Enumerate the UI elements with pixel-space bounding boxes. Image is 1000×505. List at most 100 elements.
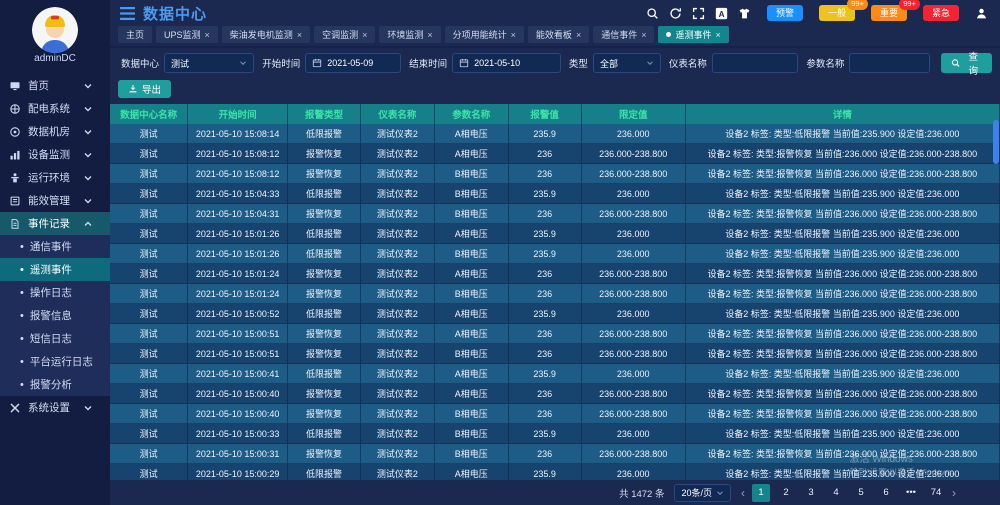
sidebar-item[interactable]: 首页 — [0, 74, 110, 97]
sidebar-subitem-label: 报警信息 — [30, 308, 72, 323]
sidebar-subitem[interactable]: •通信事件 — [0, 235, 110, 258]
table-row[interactable]: 测试2021-05-10 15:08:12报警恢复测试仪表2A相电压236236… — [110, 144, 1000, 164]
tab[interactable]: 柴油发电机监测× — [222, 26, 310, 43]
tab[interactable]: 能效看板× — [528, 26, 589, 43]
tab-close-icon[interactable]: × — [297, 30, 302, 40]
sidebar-item[interactable]: 系统设置 — [0, 396, 110, 419]
sidebar-item[interactable]: 事件记录 — [0, 212, 110, 235]
user-icon[interactable] — [975, 7, 988, 20]
tab-close-icon[interactable]: × — [362, 30, 367, 40]
export-button[interactable]: 导出 — [118, 80, 171, 98]
table-cell: 设备2 标签: 类型:报警恢复 当前值:236.000 设定值:236.000-… — [686, 384, 1000, 404]
table-row[interactable]: 测试2021-05-10 15:00:41低限报警测试仪表2A相电压235.92… — [110, 364, 1000, 384]
sidebar-subitem-label: 操作日志 — [30, 285, 72, 300]
tab-close-icon[interactable]: × — [576, 30, 581, 40]
tab-label: 分项用能统计 — [453, 28, 507, 41]
alert-button[interactable]: 一般99+ — [819, 5, 855, 21]
page-button[interactable]: 2 — [777, 484, 795, 502]
table-row[interactable]: 测试2021-05-10 15:00:33低限报警测试仪表2B相电压235.92… — [110, 424, 1000, 444]
table-cell: 2021-05-10 15:08:12 — [188, 164, 288, 184]
table-row[interactable]: 测试2021-05-10 15:00:51报警恢复测试仪表2A相电压236236… — [110, 324, 1000, 344]
tab[interactable]: 环境监测× — [379, 26, 440, 43]
menu-toggle-icon[interactable] — [120, 7, 135, 20]
chevron-down-icon — [82, 402, 94, 414]
table-row[interactable]: 测试2021-05-10 15:00:51报警恢复测试仪表2B相电压236236… — [110, 344, 1000, 364]
table-row[interactable]: 测试2021-05-10 15:00:52低限报警测试仪表2A相电压235.92… — [110, 304, 1000, 324]
tab[interactable]: 遥测事件× — [658, 26, 728, 43]
table-row[interactable]: 测试2021-05-10 15:08:14低限报警测试仪表2A相电压235.92… — [110, 124, 1000, 144]
alert-button-label: 预警 — [776, 8, 794, 18]
table-cell: 235.9 — [509, 184, 582, 204]
sidebar-item[interactable]: 数据机房 — [0, 120, 110, 143]
datacenter-select[interactable]: 测试 — [164, 53, 254, 73]
refresh-icon[interactable] — [669, 7, 682, 20]
table-row[interactable]: 测试2021-05-10 15:00:40报警恢复测试仪表2B相电压236236… — [110, 404, 1000, 424]
sidebar-item[interactable]: 能效管理 — [0, 189, 110, 212]
tab[interactable]: 分项用能统计 × — [445, 26, 524, 43]
tab-close-icon[interactable]: × — [511, 30, 516, 40]
alert-button[interactable]: 预警 — [767, 5, 803, 21]
type-select[interactable]: 全部 — [593, 53, 661, 73]
sidebar-subitem[interactable]: •短信日志 — [0, 327, 110, 350]
param-name-input[interactable] — [856, 58, 923, 68]
meter-name-input[interactable] — [719, 58, 792, 68]
tab[interactable]: 空调监测× — [314, 26, 375, 43]
page-button[interactable]: ••• — [902, 484, 920, 502]
table-cell: 236 — [509, 164, 582, 184]
page-button[interactable]: 74 — [927, 484, 945, 502]
tab-close-icon[interactable]: × — [641, 30, 646, 40]
table-row[interactable]: 测试2021-05-10 15:04:31报警恢复测试仪表2B相电压236236… — [110, 204, 1000, 224]
sidebar-subitem[interactable]: •平台运行日志 — [0, 350, 110, 373]
param-name-label: 参数名称 — [806, 56, 844, 70]
end-date-input[interactable]: 2021-05-10 — [452, 53, 561, 73]
table-row[interactable]: 测试2021-05-10 15:00:31报警恢复测试仪表2B相电压236236… — [110, 444, 1000, 464]
sidebar-subitem[interactable]: •报警分析 — [0, 373, 110, 396]
page-button[interactable]: 6 — [877, 484, 895, 502]
table-row[interactable]: 测试2021-05-10 15:00:29低限报警测试仪表2A相电压235.92… — [110, 464, 1000, 480]
alert-button[interactable]: 紧急 — [923, 5, 959, 21]
theme-icon[interactable] — [738, 7, 751, 20]
table-row[interactable]: 测试2021-05-10 15:08:12报警恢复测试仪表2B相电压236236… — [110, 164, 1000, 184]
page-button[interactable]: 4 — [827, 484, 845, 502]
page-button[interactable]: 1 — [752, 484, 770, 502]
tab-close-icon[interactable]: × — [427, 30, 432, 40]
table-row[interactable]: 测试2021-05-10 15:01:24报警恢复测试仪表2B相电压236236… — [110, 284, 1000, 304]
query-button[interactable]: 查询 — [941, 53, 992, 73]
query-button-label: 查询 — [965, 49, 982, 77]
tab[interactable]: UPS监测× — [156, 26, 218, 43]
tab[interactable]: 主页 — [118, 26, 152, 43]
table-cell: 2021-05-10 15:00:41 — [188, 364, 288, 384]
table-row[interactable]: 测试2021-05-10 15:04:33低限报警测试仪表2B相电压235.92… — [110, 184, 1000, 204]
search-icon[interactable] — [646, 7, 659, 20]
next-page-arrow[interactable]: › — [952, 486, 956, 500]
start-date-input[interactable]: 2021-05-09 — [305, 53, 401, 73]
sidebar-item[interactable]: 设备监测 — [0, 143, 110, 166]
table-row[interactable]: 测试2021-05-10 15:01:24报警恢复测试仪表2A相电压236236… — [110, 264, 1000, 284]
tab-close-icon[interactable]: × — [205, 30, 210, 40]
avatar[interactable] — [32, 7, 78, 53]
table-cell: 2021-05-10 15:01:26 — [188, 244, 288, 264]
tab-close-icon[interactable]: × — [716, 30, 721, 40]
table-cell: 低限报警 — [288, 124, 361, 144]
sidebar-item[interactable]: 配电系统 — [0, 97, 110, 120]
table-cell: 测试 — [110, 244, 188, 264]
tab[interactable]: 通信事件× — [593, 26, 654, 43]
fullscreen-icon[interactable] — [692, 7, 705, 20]
sidebar-subitem[interactable]: •遥测事件 — [0, 258, 110, 281]
scrollbar-thumb[interactable] — [993, 120, 999, 164]
page-button[interactable]: 5 — [852, 484, 870, 502]
sidebar-subitem[interactable]: •操作日志 — [0, 281, 110, 304]
table-row[interactable]: 测试2021-05-10 15:00:40报警恢复测试仪表2A相电压236236… — [110, 384, 1000, 404]
table-cell: 测试仪表2 — [361, 464, 435, 480]
page-size-select[interactable]: 20条/页 — [674, 484, 731, 502]
sidebar-item[interactable]: 运行环境 — [0, 166, 110, 189]
prev-page-arrow[interactable]: ‹ — [741, 486, 745, 500]
table-header-row: 数据中心名称开始时间报警类型仪表名称参数名称报警值限定值详情 — [110, 104, 1000, 124]
translate-icon[interactable]: A — [715, 7, 728, 20]
table-cell: A相电压 — [435, 364, 509, 384]
sidebar-subitem[interactable]: •报警信息 — [0, 304, 110, 327]
table-row[interactable]: 测试2021-05-10 15:01:26低限报警测试仪表2A相电压235.92… — [110, 224, 1000, 244]
table-row[interactable]: 测试2021-05-10 15:01:26低限报警测试仪表2B相电压235.92… — [110, 244, 1000, 264]
page-button[interactable]: 3 — [802, 484, 820, 502]
alert-button[interactable]: 重要99+ — [871, 5, 907, 21]
